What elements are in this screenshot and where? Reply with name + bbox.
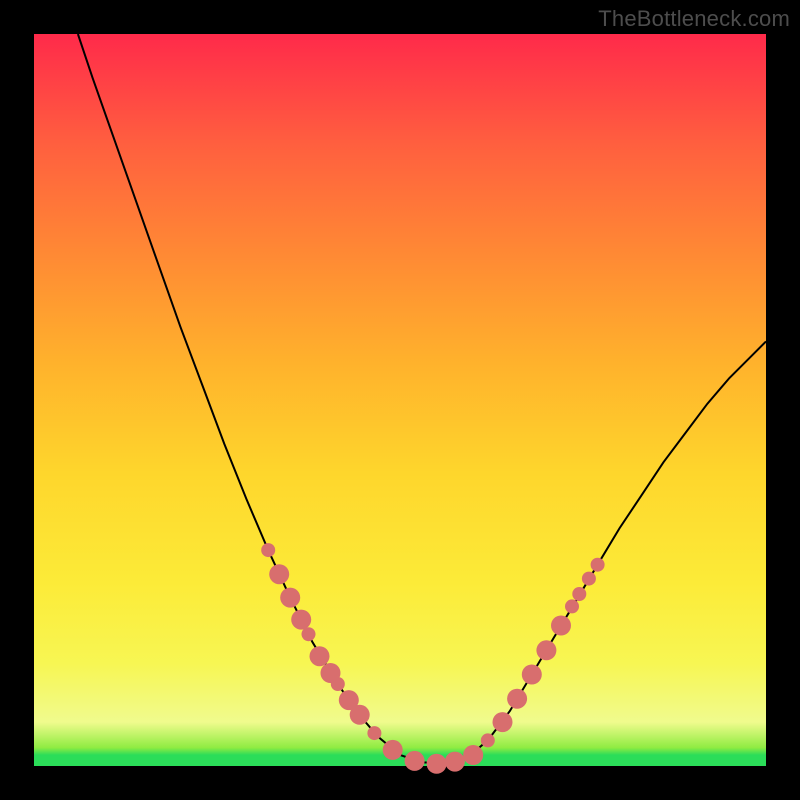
- curve-dot: [331, 677, 345, 691]
- curve-dot: [383, 740, 403, 760]
- curve-dot: [302, 627, 316, 641]
- curve-dot: [522, 665, 542, 685]
- curve-dot: [405, 751, 425, 771]
- curve-dot: [565, 599, 579, 613]
- curve-dot: [551, 616, 571, 636]
- chart-svg: [34, 34, 766, 766]
- curve-dot: [507, 689, 527, 709]
- chart-frame: TheBottleneck.com: [0, 0, 800, 800]
- curve-dot: [350, 705, 370, 725]
- watermark-text: TheBottleneck.com: [598, 6, 790, 32]
- curve-line: [78, 34, 766, 764]
- curve-dot: [367, 726, 381, 740]
- curve-dot: [427, 754, 447, 774]
- curve-dot: [291, 610, 311, 630]
- curve-dots: [261, 543, 604, 774]
- plot-area: [34, 34, 766, 766]
- curve-dot: [261, 543, 275, 557]
- curve-dot: [269, 564, 289, 584]
- curve-dot: [445, 752, 465, 772]
- curve-dot: [591, 558, 605, 572]
- curve-dot: [493, 712, 513, 732]
- curve-dot: [463, 745, 483, 765]
- curve-dot: [280, 588, 300, 608]
- curve-dot: [572, 587, 586, 601]
- curve-dot: [310, 646, 330, 666]
- curve-dot: [582, 572, 596, 586]
- curve-dot: [536, 640, 556, 660]
- curve-dot: [481, 733, 495, 747]
